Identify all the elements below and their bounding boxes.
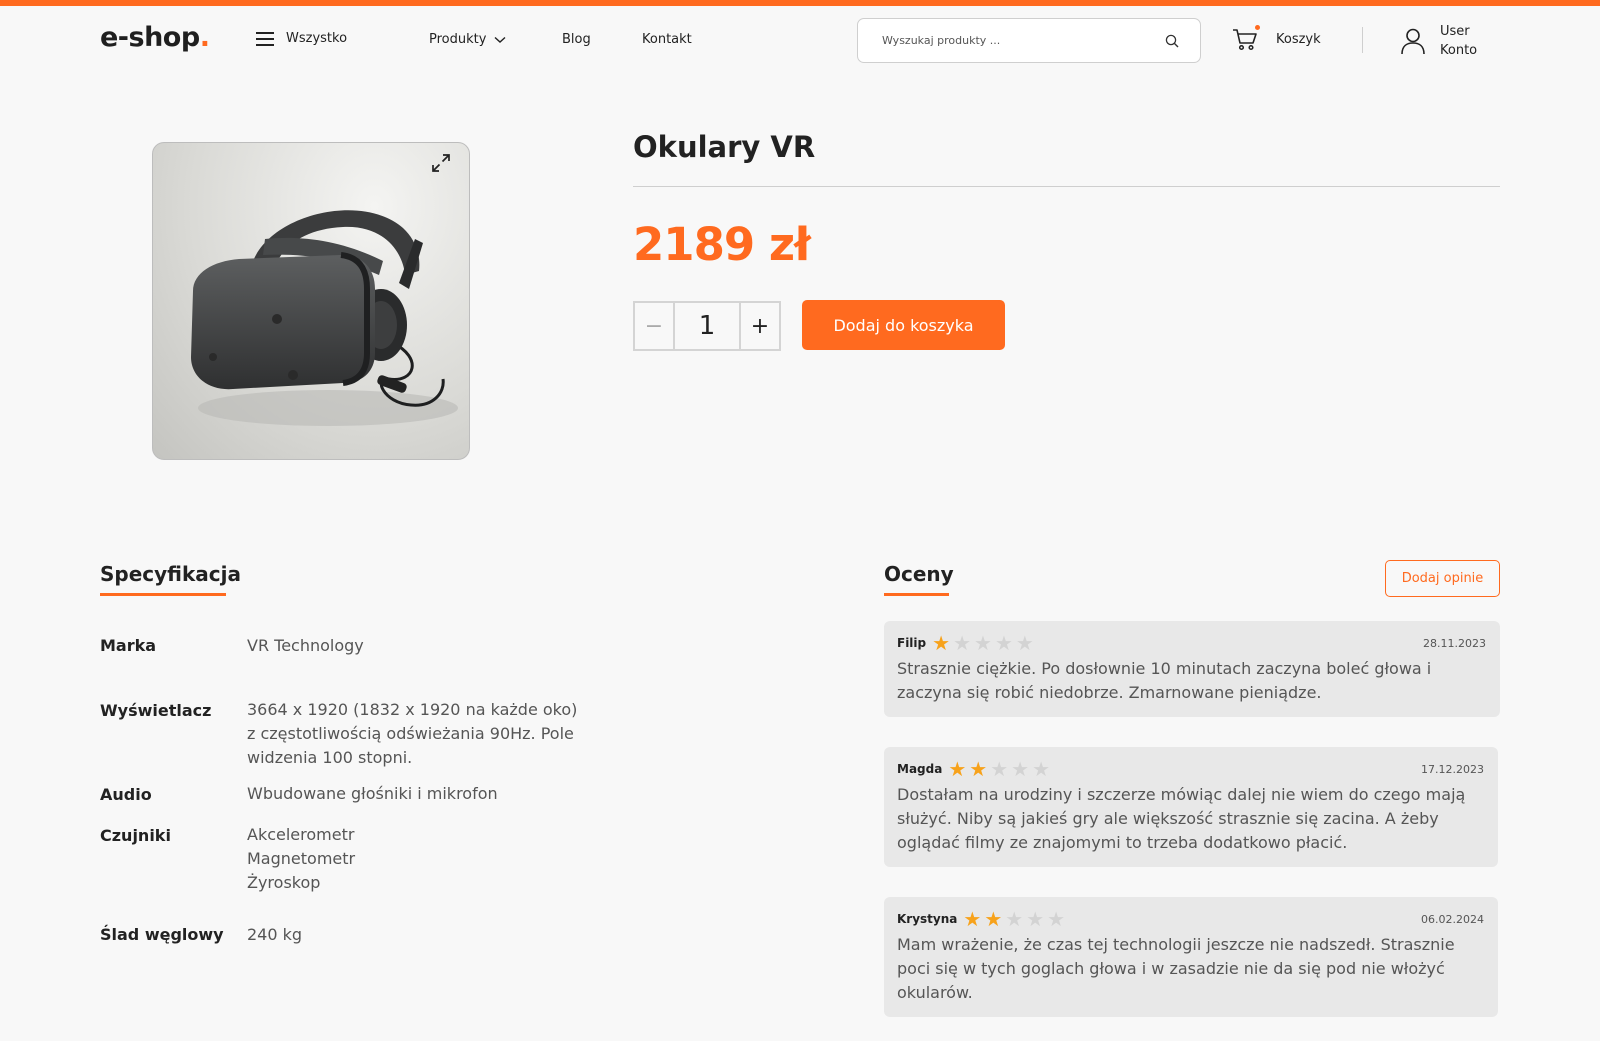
nav-blog[interactable]: Blog — [562, 32, 591, 47]
cart-button[interactable]: Koszyk — [1232, 25, 1321, 52]
star-icon: ★ — [990, 757, 1009, 781]
all-categories-menu[interactable]: Wszystko — [256, 31, 347, 46]
review-rating: ★ ★ ★ ★ ★ — [948, 759, 1050, 779]
review-rating: ★ ★ ★ ★ ★ — [932, 633, 1034, 653]
nav-blog-label: Blog — [562, 32, 591, 47]
review-rating: ★ ★ ★ ★ ★ — [963, 909, 1065, 929]
account-user-label: User — [1440, 24, 1470, 39]
review-date: 28.11.2023 — [1423, 636, 1486, 650]
expand-image-button[interactable] — [429, 151, 453, 175]
reviews-heading-underline — [884, 593, 949, 596]
spec-label-display: Wyświetlacz — [100, 701, 212, 720]
reviews-heading: Oceny — [884, 562, 954, 586]
star-icon: ★ — [1026, 907, 1045, 931]
specs-heading: Specyfikacja — [100, 562, 242, 586]
star-icon: ★ — [1047, 907, 1066, 931]
hamburger-icon — [256, 31, 274, 46]
expand-icon — [432, 154, 450, 172]
cart-icon — [1233, 29, 1257, 51]
cart-notification-dot — [1255, 25, 1260, 30]
star-icon: ★ — [974, 631, 992, 655]
cart-icon-wrap — [1232, 25, 1260, 52]
spec-value-audio: Wbudowane głośniki i mikrofon — [247, 784, 498, 803]
star-icon: ★ — [963, 907, 982, 931]
review-date: 06.02.2024 — [1421, 912, 1484, 926]
star-icon: ★ — [1011, 757, 1030, 781]
header-divider — [1362, 27, 1363, 53]
quantity-stepper: − + — [633, 301, 781, 351]
logo-dot: . — [199, 22, 210, 53]
specs-heading-underline — [100, 593, 226, 596]
account-button[interactable]: User Konto — [1400, 22, 1477, 60]
star-icon: ★ — [1015, 631, 1034, 655]
star-icon: ★ — [953, 631, 972, 655]
logo[interactable]: e-shop. — [100, 22, 210, 53]
review-author: Magda — [897, 762, 943, 776]
star-icon: ★ — [932, 631, 951, 655]
spec-label-sensors: Czujniki — [100, 826, 171, 845]
product-title: Okulary VR — [633, 130, 816, 164]
nav-products[interactable]: Produkty — [429, 32, 506, 47]
cart-label: Koszyk — [1276, 31, 1321, 47]
search-button[interactable] — [1162, 31, 1182, 51]
review-text: Dostałam na urodziny i szczerze mówiąc d… — [897, 785, 1466, 852]
quantity-increase-button[interactable]: + — [739, 303, 779, 349]
review-author: Krystyna — [897, 912, 958, 926]
search-icon — [1165, 34, 1179, 47]
spec-label-brand: Marka — [100, 636, 157, 655]
nav-contact-label: Kontakt — [642, 32, 692, 47]
product-price: 2189 zł — [633, 218, 811, 271]
review-date: 17.12.2023 — [1421, 762, 1484, 776]
search-bar — [857, 18, 1201, 63]
chevron-down-icon — [494, 36, 506, 43]
star-icon: ★ — [948, 757, 967, 781]
spec-label-carbon: Ślad węglowy — [100, 925, 224, 944]
review-card: Magda ★ ★ ★ ★ ★ 17.12.2023 Dostałam na urodz… — [884, 747, 1498, 867]
nav-contact[interactable]: Kontakt — [642, 32, 692, 47]
spec-value-brand: VR Technology — [247, 636, 364, 655]
quantity-input[interactable] — [675, 303, 739, 349]
quantity-decrease-button[interactable]: − — [635, 303, 675, 349]
sensor-item: Magnetometr — [247, 849, 356, 868]
review-card: Krystyna ★ ★ ★ ★ ★ 06.02.2024 Mam wrażenie, … — [884, 897, 1498, 1017]
add-to-cart-button[interactable]: Dodaj do koszyka — [802, 300, 1005, 350]
spec-value-sensors: Akcelerometr Magnetometr Żyroskop — [247, 823, 587, 895]
account-label: Konto — [1440, 43, 1478, 58]
review-author: Filip — [897, 636, 927, 650]
logo-text: e-shop — [100, 22, 200, 53]
title-divider — [633, 186, 1500, 187]
star-icon: ★ — [1005, 907, 1024, 931]
vr-headset-illustration — [191, 210, 458, 426]
review-card: Filip ★ ★ ★ ★ ★ 28.11.2023 Strasznie ciężkie… — [884, 621, 1500, 717]
add-review-button[interactable]: Dodaj opinie — [1385, 560, 1500, 597]
star-icon: ★ — [984, 907, 1003, 931]
sensor-item: Żyroskop — [247, 873, 321, 892]
spec-value-display: 3664 x 1920 (1832 x 1920 na każde oko) z… — [247, 700, 578, 767]
nav-products-label: Produkty — [429, 32, 487, 47]
top-accent-bar — [0, 0, 1600, 6]
search-input[interactable] — [882, 34, 1162, 47]
sensor-item: Akcelerometr — [247, 825, 355, 844]
review-text: Mam wrażenie, że czas tej technologii je… — [897, 935, 1455, 1002]
user-icon — [1401, 28, 1425, 55]
star-icon: ★ — [969, 757, 988, 781]
spec-value-carbon: 240 kg — [247, 925, 303, 944]
product-image[interactable] — [152, 142, 470, 460]
star-icon: ★ — [1032, 757, 1051, 781]
star-icon: ★ — [994, 631, 1013, 655]
spec-label-audio: Audio — [100, 785, 152, 804]
all-categories-label: Wszystko — [286, 31, 348, 46]
review-text: Strasznie ciężkie. Po dosłownie 10 minut… — [897, 659, 1432, 702]
